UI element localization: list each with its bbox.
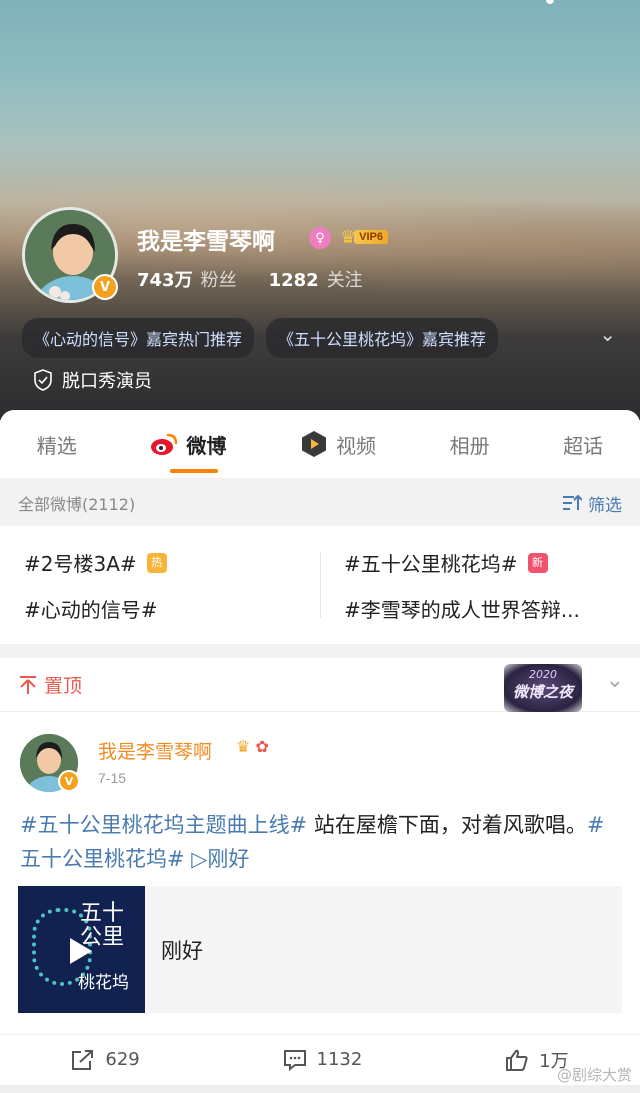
bottom-divider xyxy=(0,1085,640,1093)
weibo-night-logo: 2020 微博之夜 xyxy=(504,664,582,712)
tab-label: 相册 xyxy=(449,433,490,458)
verified-info: 脱口秀演员 xyxy=(34,367,152,393)
tab-label: 精选 xyxy=(36,433,77,458)
chevron-down-icon[interactable]: ⌄ xyxy=(599,322,616,346)
chevron-down-icon[interactable]: ⌄ xyxy=(606,668,624,693)
profile-stats: 743万 粉丝 1282 关注 xyxy=(137,266,395,292)
pin-icon xyxy=(20,675,36,694)
pinned-label: 置顶 xyxy=(18,671,82,698)
topic-divider xyxy=(320,552,321,618)
all-posts-count[interactable]: 全部微博(2112) xyxy=(18,491,135,515)
filter-icon xyxy=(563,494,582,510)
vip-badge[interactable]: ♛ VIP6 xyxy=(340,227,388,248)
tab-super-topic[interactable]: 超话 xyxy=(563,430,603,459)
female-icon: ♀ xyxy=(309,227,331,249)
watermark: @剧综大赏 xyxy=(556,1066,632,1084)
logo-year: 2020 xyxy=(529,668,557,681)
vip-level: VIP6 xyxy=(354,230,388,244)
song-title: 刚好 xyxy=(161,938,203,963)
comment-count: 1132 xyxy=(316,1049,363,1070)
topic-text: #李雪琴的成人世界答辩... xyxy=(344,598,580,622)
post-card: V 我是李雪琴啊 ♛ ✿ 7-15 #五十公里桃花坞主题曲上线# 站在屋檐下面，… xyxy=(0,712,640,1093)
play-icon[interactable] xyxy=(70,938,92,964)
new-badge: 新 xyxy=(527,552,548,573)
comment-button[interactable]: 1132 xyxy=(283,1049,363,1071)
tab-weibo[interactable]: 微博 xyxy=(150,430,227,473)
tab-label: 视频 xyxy=(335,433,376,458)
hot-badge: 热 xyxy=(146,552,167,573)
tab-label: 微博 xyxy=(186,433,227,458)
profile-name: 我是李雪琴啊 xyxy=(137,229,275,255)
post-actions: 629 1132 1万 xyxy=(0,1034,640,1084)
recommendation-row: 《心动的信号》嘉宾热门推荐 《五十公里桃花坞》嘉宾推荐 xyxy=(22,318,622,358)
topic-item[interactable]: #2号楼3A# 热 xyxy=(24,548,167,577)
post-text: #五十公里桃花坞主题曲上线# 站在屋檐下面，对着风歌唱。#五十公里桃花坞# ▷刚… xyxy=(20,808,624,876)
topic-grid: #2号楼3A# 热 #五十公里桃花坞# 新 #心动的信号# #李雪琴的成人世界答… xyxy=(0,526,640,644)
topic-text: #2号楼3A# xyxy=(24,552,137,576)
repost-icon xyxy=(72,1049,94,1070)
topic-text: #心动的信号# xyxy=(24,598,158,622)
music-link[interactable]: ▷刚好 xyxy=(185,847,249,871)
active-tab-indicator xyxy=(170,468,219,473)
recommendation-chip[interactable]: 《五十公里桃花坞》嘉宾推荐 xyxy=(266,318,499,358)
tab-video[interactable]: 视频 xyxy=(300,430,376,459)
vip-crown-icon: ♛ ✿ xyxy=(236,737,269,756)
recommendation-chip[interactable]: 《心动的信号》嘉宾热门推荐 xyxy=(22,318,255,358)
repost-count: 629 xyxy=(105,1049,140,1070)
status-dot xyxy=(546,0,554,4)
following-stat[interactable]: 1282 关注 xyxy=(269,266,363,292)
topic-item[interactable]: #李雪琴的成人世界答辩... xyxy=(344,594,580,623)
shield-icon xyxy=(34,369,52,391)
verified-badge-icon: V xyxy=(92,274,118,300)
topic-item[interactable]: #五十公里桃花坞# 新 xyxy=(344,548,548,577)
comment-icon xyxy=(283,1049,306,1071)
topic-text: #五十公里桃花坞# xyxy=(344,552,518,576)
fans-label: 粉丝 xyxy=(200,270,237,291)
thumbs-up-icon xyxy=(506,1049,528,1071)
logo-text: 微博之夜 xyxy=(512,683,573,701)
tab-label: 超话 xyxy=(563,433,604,458)
post-text-body: 站在屋檐下面，对着风歌唱。 xyxy=(307,813,587,837)
fans-count: 743万 xyxy=(137,270,193,291)
tab-featured[interactable]: 精选 xyxy=(37,430,77,459)
topic-item[interactable]: #心动的信号# xyxy=(24,594,158,623)
pinned-text: 置顶 xyxy=(44,675,83,697)
following-count: 1282 xyxy=(268,270,319,291)
following-label: 关注 xyxy=(326,270,363,291)
video-icon xyxy=(301,431,326,457)
album-cover: 五十 公里 桃花坞 xyxy=(18,886,145,1013)
fans-stat[interactable]: 743万 粉丝 xyxy=(137,266,237,292)
filter-label: 筛选 xyxy=(588,495,622,516)
tab-album[interactable]: 相册 xyxy=(450,430,490,459)
weibo-logo-icon xyxy=(151,433,178,455)
filter-button[interactable]: 筛选 xyxy=(562,491,622,516)
profile-tabs: 精选 微博 视频 相册 超话 xyxy=(0,410,640,478)
repost-button[interactable]: 629 xyxy=(71,1049,140,1071)
music-card[interactable]: 五十 公里 桃花坞 刚好 xyxy=(18,886,622,1013)
verified-badge-icon: V xyxy=(58,770,80,792)
post-time: 7-15 xyxy=(98,770,127,786)
filter-bar: 全部微博(2112) 筛选 xyxy=(0,480,640,526)
hashtag-link[interactable]: #五十公里桃花坞主题曲上线# xyxy=(20,813,307,837)
verified-tag-label: 脱口秀演员 xyxy=(62,371,152,392)
post-author[interactable]: 我是李雪琴啊 xyxy=(98,737,212,764)
cover-subtitle: 桃花坞 xyxy=(78,973,129,993)
